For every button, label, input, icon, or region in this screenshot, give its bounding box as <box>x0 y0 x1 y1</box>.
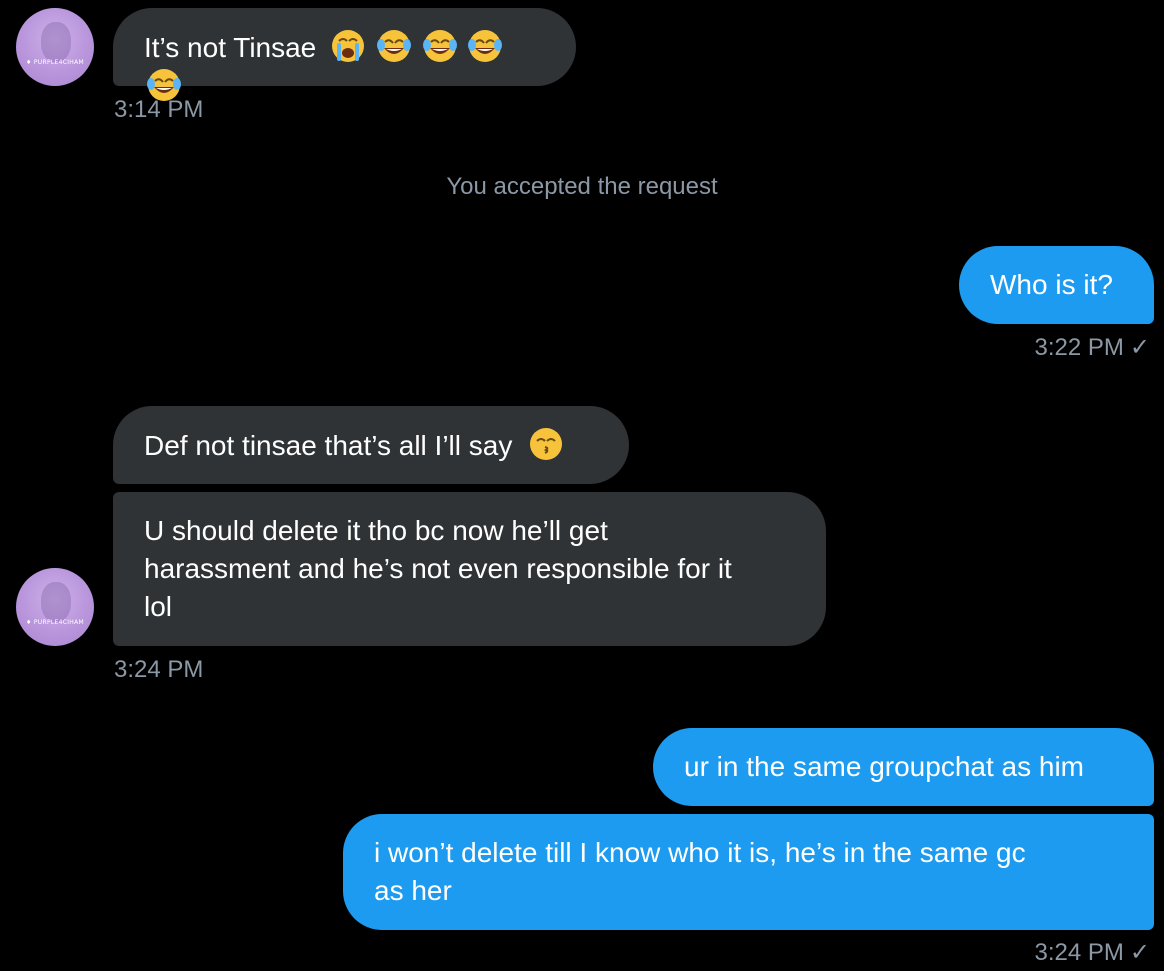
message-text: ur in the same groupchat as him <box>684 751 1084 782</box>
outgoing-message-bubble[interactable]: ur in the same groupchat as him <box>653 728 1154 806</box>
incoming-message-bubble[interactable]: Def not tinsae that’s all I’ll say <box>113 406 629 484</box>
sender-avatar[interactable]: ♦ PURPLE4CIHAM <box>16 8 94 86</box>
sent-check-icon: ✓ <box>1129 939 1150 966</box>
message-text: Def not tinsae that’s all I’ll say <box>144 430 513 461</box>
message-timestamp: 3:14 PM <box>114 96 204 123</box>
outgoing-message-bubble[interactable]: i won’t delete till I know who it is, he… <box>343 814 1154 930</box>
message-text: It’s not Tinsae <box>144 32 317 63</box>
system-message: You accepted the request <box>446 173 718 200</box>
incoming-message-bubble[interactable]: It’s not Tinsae <box>113 8 576 101</box>
face-with-tears-of-joy-icon <box>376 30 411 62</box>
kissing-face-with-smiling-eyes-icon <box>530 428 563 460</box>
message-text: Who is it? <box>990 269 1113 300</box>
face-with-tears-of-joy-icon <box>468 30 503 62</box>
message-text: i won’t delete till I know who it is, he… <box>374 837 1026 906</box>
avatar-watermark: ♦ PURPLE4CIHAM <box>26 619 84 626</box>
face-with-tears-of-joy-icon <box>422 30 457 62</box>
avatar-silhouette <box>41 22 71 62</box>
avatar-watermark: ♦ PURPLE4CIHAM <box>26 59 84 66</box>
message-timestamp: 3:22 PM ✓ <box>900 333 1151 363</box>
sender-avatar[interactable]: ♦ PURPLE4CIHAM <box>16 568 94 646</box>
sent-check-icon: ✓ <box>1129 334 1150 361</box>
timestamp-text: 3:22 PM <box>1034 334 1124 361</box>
message-timestamp: 3:24 PM <box>114 656 204 683</box>
timestamp-text: 3:24 PM <box>1034 939 1124 966</box>
message-timestamp: 3:24 PM ✓ <box>900 938 1151 968</box>
avatar-silhouette <box>41 582 71 622</box>
message-text: U should delete it tho bc now he’ll get … <box>144 515 732 622</box>
loudly-crying-face-icon <box>332 30 365 62</box>
outgoing-message-bubble[interactable]: Who is it? <box>959 246 1154 324</box>
incoming-message-bubble[interactable]: U should delete it tho bc now he’ll get … <box>113 492 826 646</box>
